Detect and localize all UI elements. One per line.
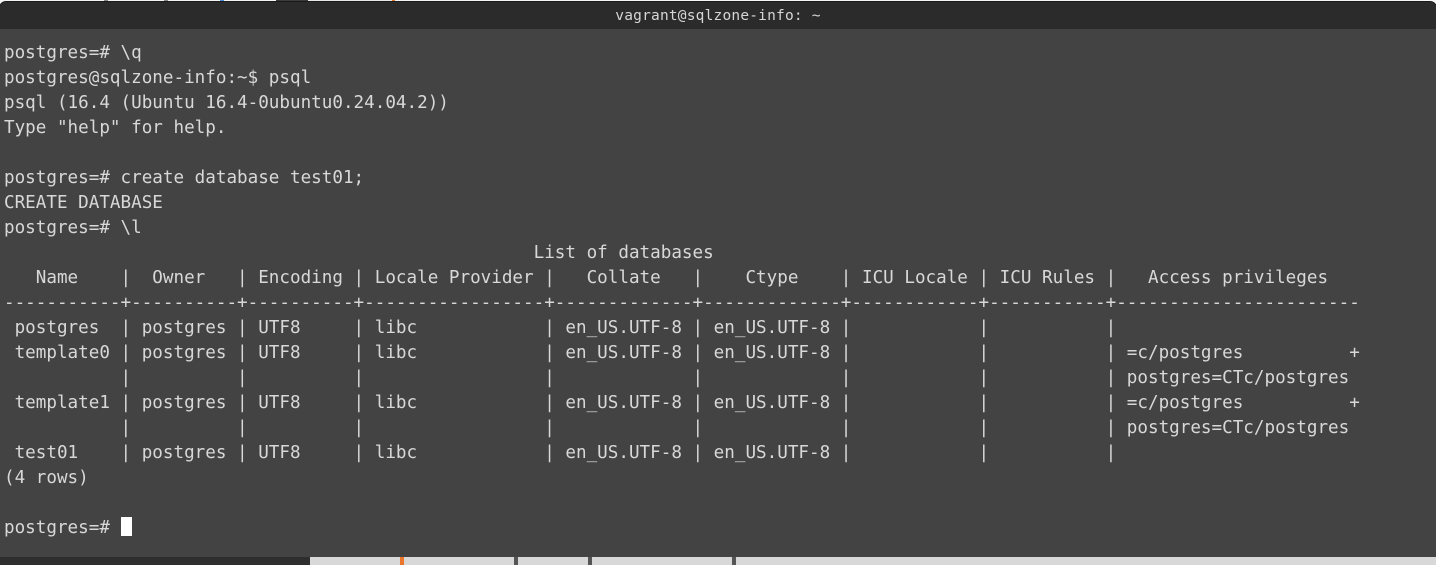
terminal-line: | | | | | | | | postgres=CTc/postgres xyxy=(4,368,1350,388)
strip-segment xyxy=(404,557,514,565)
strip-segment xyxy=(0,557,310,565)
shell-prompt: postgres=# xyxy=(4,518,121,538)
terminal-line: (4 rows) xyxy=(4,468,89,488)
strip-segment xyxy=(592,557,732,565)
strip-segment xyxy=(518,557,588,565)
terminal-line: Type "help" for help. xyxy=(4,118,227,138)
terminal-line: psql (16.4 (Ubuntu 16.4-0ubuntu0.24.04.2… xyxy=(4,93,449,113)
terminal-line: CREATE DATABASE xyxy=(4,193,163,213)
terminal-line: postgres | postgres | UTF8 | libc | en_U… xyxy=(4,318,1117,338)
terminal-line: postgres@sqlzone-info:~$ psql xyxy=(4,68,312,88)
terminal-line: -----------+----------+----------+------… xyxy=(4,293,1360,313)
terminal-output-area[interactable]: postgres=# \q postgres@sqlzone-info:~$ ps… xyxy=(0,29,1436,557)
terminal-line: postgres=# xyxy=(4,516,1436,541)
terminal-line: | | | | | | | | postgres=CTc/postgres xyxy=(4,418,1350,438)
terminal-line: test01 | postgres | UTF8 | libc | en_US.… xyxy=(4,443,1117,463)
terminal-line: postgres=# \q xyxy=(4,43,142,63)
window-title: vagrant@sqlzone-info: ~ xyxy=(615,7,821,24)
strip-segment xyxy=(736,557,1436,565)
terminal-window: vagrant@sqlzone-info: ~ postgres=# \q pos… xyxy=(0,2,1436,557)
terminal-line: template1 | postgres | UTF8 | libc | en_… xyxy=(4,393,1360,413)
titlebar[interactable]: vagrant@sqlzone-info: ~ xyxy=(0,2,1436,29)
terminal-line: List of databases xyxy=(4,243,714,263)
terminal-lines: postgres=# \q postgres@sqlzone-info:~$ ps… xyxy=(4,41,1436,541)
terminal-line: postgres=# create database test01; xyxy=(4,168,365,188)
taskbar-strip xyxy=(0,557,1436,565)
terminal-line: Name | Owner | Encoding | Locale Provide… xyxy=(4,268,1329,288)
strip-segment xyxy=(310,557,400,565)
text-cursor xyxy=(120,517,133,536)
terminal-line: template0 | postgres | UTF8 | libc | en_… xyxy=(4,343,1360,363)
terminal-line: postgres=# \l xyxy=(4,218,142,238)
